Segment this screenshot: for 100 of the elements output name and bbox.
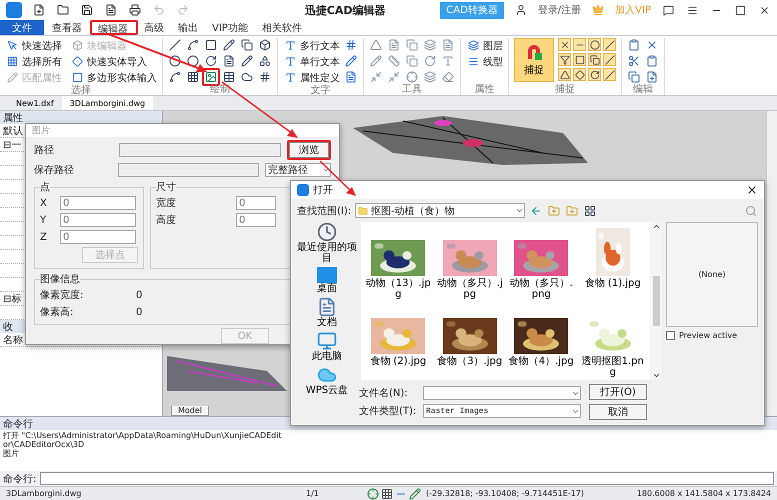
preview-checkbox[interactable]: [666, 331, 675, 340]
menu-tab[interactable]: VIP功能: [206, 20, 254, 35]
cancel-button[interactable]: 取消: [589, 404, 647, 420]
ribbon-item[interactable]: 属性定义: [283, 70, 340, 85]
look-in-select[interactable]: 抠图-动植（食）物: [355, 203, 526, 218]
file-type-select[interactable]: Raster Images: [423, 404, 581, 418]
open-button[interactable]: 打开(O): [589, 384, 647, 400]
file-name-field[interactable]: [423, 386, 581, 400]
ribbon-item[interactable]: 线型: [466, 54, 503, 69]
menu-tab[interactable]: 查看器: [46, 20, 88, 35]
file-item[interactable]: 动物（13）.jpg: [364, 228, 432, 300]
layout-tab[interactable]: Model: [171, 406, 210, 416]
paste-icon[interactable]: [627, 38, 641, 52]
tree-row[interactable]: ⊟一: [3, 138, 22, 152]
pen-icon[interactable]: [408, 486, 422, 500]
cloud-icon[interactable]: [240, 70, 254, 84]
cut-icon[interactable]: [627, 54, 641, 68]
ribbon-item[interactable]: 快速选择: [5, 38, 62, 53]
shapes-icon[interactable]: [258, 54, 272, 68]
new-file-icon[interactable]: [32, 3, 46, 17]
file-item[interactable]: 透明抠图1.png: [578, 306, 647, 378]
file-item[interactable]: 动物（多只）.jpg: [436, 228, 504, 300]
place-item[interactable]: 桌面: [297, 267, 357, 294]
ribbon-item[interactable]: 快速实体导入: [70, 54, 157, 69]
hatch-icon[interactable]: [258, 70, 272, 84]
coordinate-field[interactable]: 0: [60, 196, 136, 210]
file-item[interactable]: 食物（3）.jpg: [436, 306, 504, 378]
paste-icon[interactable]: [645, 54, 659, 68]
triangle-icon[interactable]: [558, 68, 571, 81]
curve-icon[interactable]: [186, 38, 200, 52]
size-field[interactable]: 0: [236, 213, 276, 227]
snap-button[interactable]: 捕捉: [514, 38, 554, 82]
ribbon-item[interactable]: 图层: [466, 38, 503, 53]
pencil-icon[interactable]: [240, 54, 254, 68]
ruler-icon[interactable]: [387, 54, 401, 68]
curve-icon[interactable]: [168, 70, 182, 84]
menu-tab[interactable]: 输出: [172, 20, 204, 35]
coordinate-field[interactable]: 0: [60, 213, 136, 227]
file-item[interactable]: 动物（多只）.png: [507, 228, 576, 300]
file-item[interactable]: 食物 (1).jpg: [578, 228, 647, 300]
place-item[interactable]: 最近使用的项目: [297, 222, 357, 264]
place-item[interactable]: WPS云盘: [297, 365, 357, 396]
rotate-icon[interactable]: [204, 54, 218, 68]
coordinate-field[interactable]: 0: [60, 230, 136, 244]
grid-icon[interactable]: [380, 486, 394, 500]
feedback-icon[interactable]: [661, 3, 675, 17]
maximize-icon[interactable]: [733, 3, 747, 17]
ribbon-item[interactable]: 单行文本: [283, 54, 340, 69]
shrink-icon[interactable]: [387, 70, 401, 84]
shrink-icon[interactable]: [369, 70, 383, 84]
file-icon[interactable]: [645, 70, 659, 84]
document-tab[interactable]: New1.dxf: [8, 96, 62, 110]
file-item[interactable]: 食物（4）.jpg: [507, 306, 576, 378]
place-item[interactable]: 此电脑: [297, 331, 357, 362]
circle-icon[interactable]: [168, 54, 182, 68]
size-field[interactable]: 0: [236, 196, 276, 210]
x-icon[interactable]: [558, 38, 571, 51]
browse-button[interactable]: 浏览: [289, 142, 329, 158]
menu-tab[interactable]: 文件: [0, 20, 44, 35]
command-input[interactable]: [40, 472, 774, 485]
pdf-file-icon[interactable]: [104, 3, 118, 17]
crosshair-icon[interactable]: [405, 70, 419, 84]
ribbon-item[interactable]: 多行文本: [283, 38, 340, 53]
scroll-down-icon[interactable]: [652, 371, 660, 380]
scrollbar-thumb[interactable]: [652, 276, 660, 326]
line-icon[interactable]: [168, 38, 182, 52]
circle-icon[interactable]: [588, 38, 601, 51]
print-icon[interactable]: [128, 3, 142, 17]
text-icon[interactable]: [441, 54, 455, 68]
save-icon[interactable]: [80, 3, 94, 17]
grid-icon[interactable]: [186, 70, 200, 84]
file-item[interactable]: 食物 (2).jpg: [364, 306, 432, 378]
rotate-icon[interactable]: [588, 68, 601, 81]
copy-icon[interactable]: [627, 70, 641, 84]
copy-icon[interactable]: [240, 38, 254, 52]
diamond-icon[interactable]: [573, 68, 586, 81]
minus-icon[interactable]: [573, 38, 586, 51]
layers-icon[interactable]: [423, 70, 437, 84]
close-icon[interactable]: [746, 184, 758, 196]
funnel-icon[interactable]: [558, 53, 571, 66]
slash-icon[interactable]: [603, 68, 616, 81]
place-item[interactable]: 文档: [297, 297, 357, 328]
table-icon[interactable]: [222, 70, 236, 84]
pencil-icon[interactable]: [222, 38, 236, 52]
pencil-icon[interactable]: [344, 54, 358, 68]
tree-row[interactable]: ⊟标: [3, 292, 22, 306]
eraser-icon[interactable]: [441, 70, 455, 84]
ribbon-item[interactable]: 选择所有: [5, 54, 62, 69]
rectangle-icon[interactable]: [204, 38, 218, 52]
menu-tab[interactable]: 相关软件: [256, 20, 308, 35]
ribbon-item[interactable]: 多边形实体输入: [70, 70, 157, 85]
box-icon[interactable]: [258, 38, 272, 52]
layers-icon[interactable]: [423, 38, 437, 52]
view-menu-icon[interactable]: [583, 204, 598, 218]
folder-icon[interactable]: [56, 3, 70, 17]
scroll-up-icon[interactable]: [652, 222, 660, 231]
snap-icon[interactable]: [366, 486, 380, 500]
circle-icon[interactable]: [186, 54, 200, 68]
slash-icon[interactable]: [603, 53, 616, 66]
save-path-field[interactable]: [118, 163, 259, 177]
